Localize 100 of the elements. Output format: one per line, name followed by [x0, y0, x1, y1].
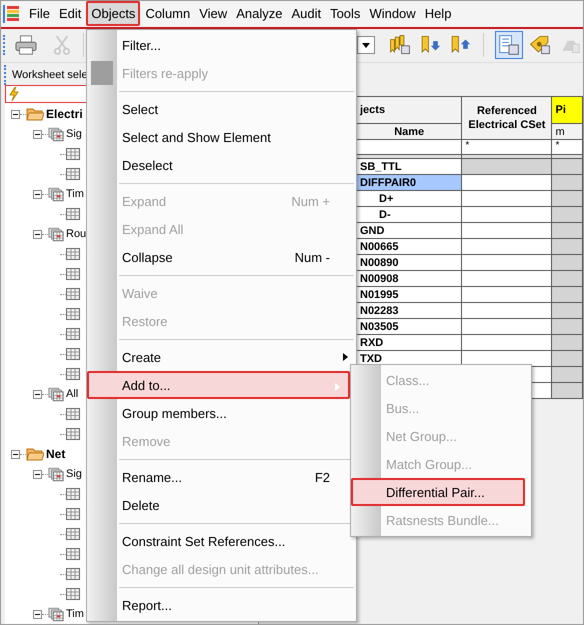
table-cell [552, 254, 582, 270]
filter-cell[interactable]: * [462, 140, 552, 154]
table-cell[interactable]: N00890 [356, 254, 462, 270]
menu-item[interactable]: Audit [287, 3, 326, 24]
sheet-icon[interactable] [495, 31, 523, 60]
tree-item-label[interactable]: All [66, 388, 78, 400]
table-cell[interactable]: N00665 [356, 238, 462, 254]
menu-item[interactable]: File [25, 3, 54, 24]
table-icon[interactable] [66, 168, 80, 180]
table-icon[interactable] [66, 588, 80, 600]
table-cell [552, 270, 582, 286]
table-icon[interactable] [66, 348, 80, 360]
table-icon[interactable] [66, 368, 80, 380]
menu-item[interactable]: Objects [86, 1, 140, 26]
table-cell [552, 286, 582, 302]
table-group-icon[interactable] [48, 606, 64, 622]
menu-item[interactable]: Deselect [87, 151, 356, 179]
collapse-toggle[interactable] [33, 470, 42, 478]
menu-item[interactable]: Select [87, 95, 356, 123]
table-icon[interactable] [66, 308, 80, 320]
filter-cell[interactable] [356, 140, 462, 154]
submenu-arrow-icon [343, 353, 348, 361]
table-cell [552, 190, 582, 206]
table-icon[interactable] [66, 508, 80, 520]
table-cell[interactable]: N03505 [356, 318, 462, 334]
caret-icon [360, 41, 372, 50]
menu-item[interactable]: Add to... [87, 371, 350, 399]
menu-item[interactable]: Analyze [232, 3, 286, 24]
table-icon[interactable] [66, 148, 80, 160]
menu-item[interactable]: Help [420, 3, 456, 24]
tree-item-label[interactable]: Rou [66, 228, 86, 240]
table-cell [552, 334, 582, 350]
table-cell [552, 366, 582, 382]
tree-item-label[interactable]: Electri [46, 107, 83, 121]
collapse-toggle[interactable] [11, 450, 20, 458]
sub-header[interactable]: m [552, 124, 582, 140]
menu-item[interactable]: Edit [54, 3, 86, 24]
table-group-icon[interactable] [48, 186, 64, 202]
table-cell[interactable]: D+ [356, 190, 462, 206]
table-cell [552, 238, 582, 254]
menu-item[interactable]: Differential Pair... [351, 478, 525, 506]
menu-item[interactable]: Tools [326, 3, 364, 24]
table-icon[interactable] [66, 568, 80, 580]
column-group-header: jects [356, 96, 462, 124]
folder-icon[interactable] [26, 107, 44, 121]
table-cell[interactable]: N00908 [356, 270, 462, 286]
menu-item[interactable]: Select and Show Element [87, 123, 356, 151]
table-icon[interactable] [66, 408, 80, 420]
table-cell [552, 318, 582, 334]
table-cell [552, 382, 582, 398]
table-icon[interactable] [66, 488, 80, 500]
table-group-icon[interactable] [48, 226, 64, 242]
table-icon[interactable] [66, 248, 80, 260]
table-cell [552, 206, 582, 222]
folder-icon[interactable] [26, 447, 44, 461]
dropdown-button[interactable] [356, 36, 376, 54]
table-icon[interactable] [66, 328, 80, 340]
collapse-toggle[interactable] [33, 230, 42, 238]
column-header[interactable]: Pi [552, 96, 582, 124]
collapse-toggle[interactable] [11, 110, 20, 118]
collapse-toggle[interactable] [33, 130, 42, 138]
table-cell[interactable]: RXD [356, 334, 462, 350]
tree-item-label[interactable]: Sig [66, 128, 82, 140]
lightning-icon [9, 87, 19, 101]
table-cell[interactable]: GND [356, 222, 462, 238]
table-group-icon[interactable] [48, 126, 64, 142]
table-icon[interactable] [66, 268, 80, 280]
menu-item[interactable]: Window [365, 3, 420, 24]
collapse-toggle[interactable] [33, 390, 42, 398]
tree-item-label[interactable]: Tim [66, 608, 84, 620]
table-cell[interactable]: DIFFPAIR0 [356, 174, 462, 190]
table-cell[interactable]: N01995 [356, 286, 462, 302]
collapse-toggle[interactable] [33, 190, 42, 198]
filter-icon [91, 61, 113, 85]
menu-item[interactable]: Report... [87, 591, 356, 619]
menu-item[interactable]: Column [141, 3, 194, 24]
column-header[interactable]: Name [356, 124, 462, 140]
table-icon[interactable] [66, 208, 80, 220]
table-cell [552, 222, 582, 238]
column-header[interactable]: Referenced Electrical CSet [462, 96, 552, 140]
table-icon[interactable] [66, 428, 80, 440]
tree-item-label[interactable]: Tim [66, 188, 84, 200]
table-cell[interactable]: N02283 [356, 302, 462, 318]
table-icon[interactable] [66, 528, 80, 540]
table-group-icon[interactable] [48, 386, 64, 402]
table-cell [552, 174, 582, 190]
table-cell[interactable]: D- [356, 206, 462, 222]
table-group-icon[interactable] [48, 466, 64, 482]
tree-item-label[interactable]: Net [46, 447, 66, 461]
table-icon[interactable] [66, 288, 80, 300]
table-cell[interactable]: SB_TTL [356, 158, 462, 174]
collapse-toggle[interactable] [33, 610, 42, 618]
menu-item[interactable]: View [195, 3, 232, 24]
table-cell [552, 350, 582, 366]
submenu-arrow-icon [335, 383, 340, 391]
table-icon[interactable] [66, 548, 80, 560]
menu-item[interactable]: Filter... [87, 31, 356, 59]
menu-item[interactable]: Collapse Num - [87, 243, 356, 271]
tree-item-label[interactable]: Sig [66, 468, 82, 480]
filter-cell[interactable]: * [552, 140, 582, 154]
